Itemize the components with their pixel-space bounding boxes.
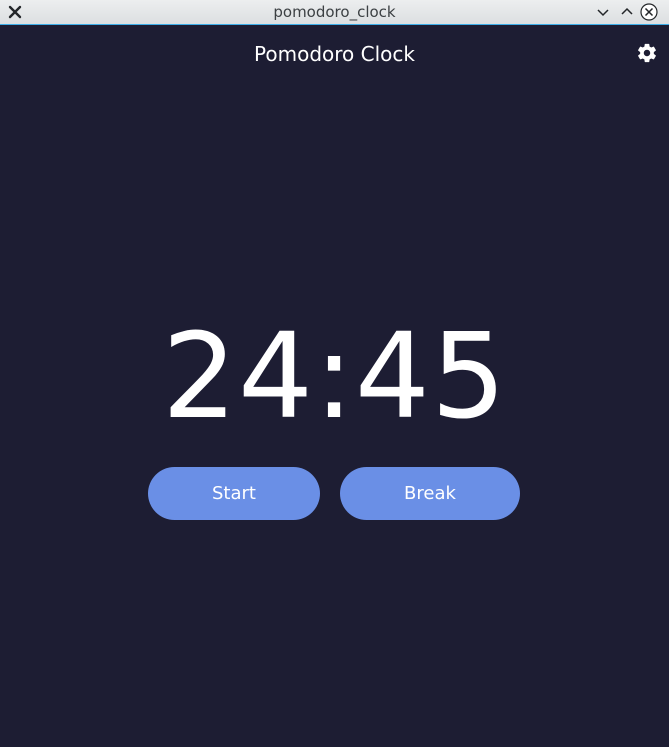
app-content: Pomodoro Clock 24:45 Start Break	[2, 26, 667, 745]
window-titlebar: pomodoro_clock	[0, 0, 669, 25]
app-window: pomodoro_clock Pomodoro Clock 24:45 Star…	[0, 0, 669, 747]
circle-close-icon[interactable]	[640, 3, 658, 21]
window-title: pomodoro_clock	[273, 3, 396, 21]
timer-display: 24:45	[161, 307, 508, 445]
break-button[interactable]: Break	[340, 467, 520, 520]
chevron-up-icon[interactable]	[618, 3, 636, 21]
gear-icon[interactable]	[636, 42, 658, 64]
page-title: Pomodoro Clock	[254, 42, 415, 66]
chevron-down-icon[interactable]	[594, 3, 612, 21]
start-button[interactable]: Start	[148, 467, 320, 520]
